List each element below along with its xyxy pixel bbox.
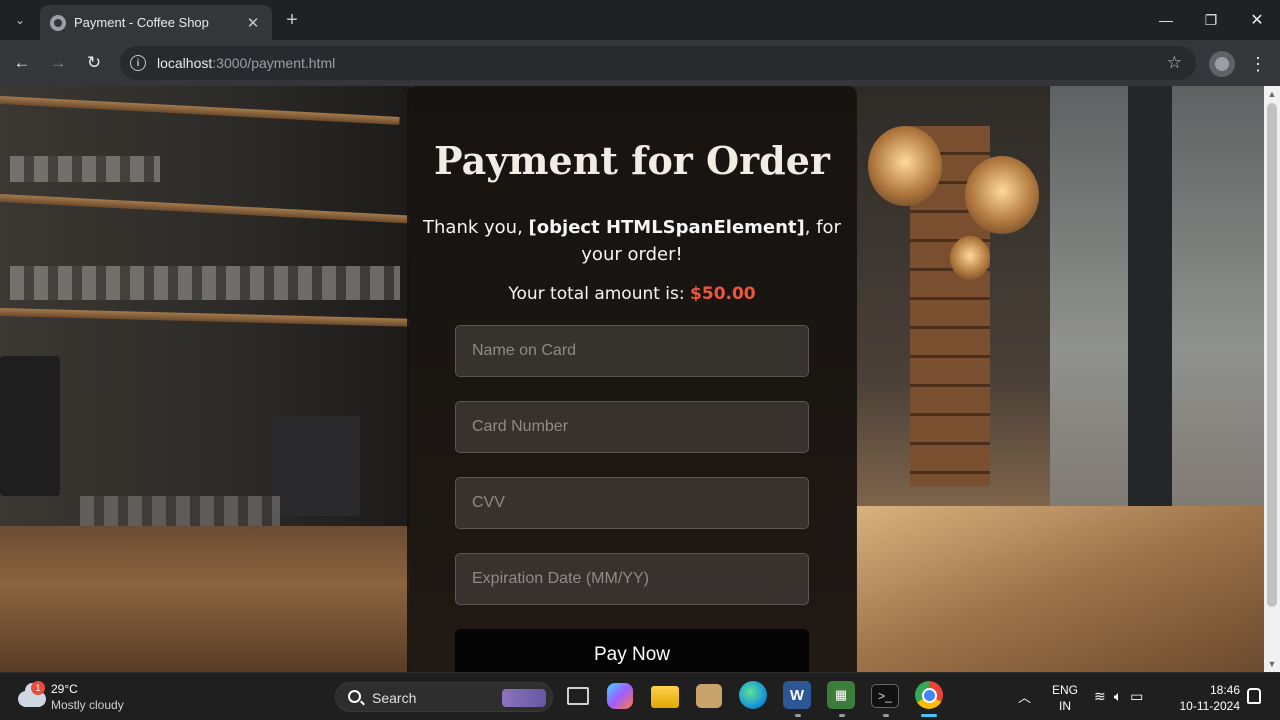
- task-view-icon[interactable]: [563, 681, 593, 711]
- minimize-window-icon[interactable]: —: [1143, 0, 1189, 40]
- pendant-lamp: [868, 126, 942, 206]
- url-text[interactable]: localhost:3000/payment.html: [157, 55, 335, 71]
- tab-search-chevron-icon[interactable]: ⌄: [8, 8, 32, 32]
- terminal-icon[interactable]: >_: [871, 684, 899, 708]
- weather-badge: 1: [31, 681, 45, 695]
- lang-line-2: IN: [1059, 699, 1071, 713]
- running-indicator: [839, 714, 845, 717]
- battery-icon[interactable]: ▭: [1130, 688, 1143, 705]
- tab-strip: ⌄ Payment - Coffee Shop ✕ + — ❐ ✕: [0, 0, 1280, 40]
- lang-line-1: ENG: [1051, 683, 1078, 697]
- page-title: Payment for Order: [434, 138, 830, 183]
- taskbar-search[interactable]: Search: [335, 682, 553, 712]
- word-app-icon[interactable]: W: [783, 681, 811, 709]
- restore-window-icon[interactable]: ❐: [1188, 0, 1234, 40]
- cafe-background-left: [0, 86, 410, 672]
- address-bar[interactable]: i localhost:3000/payment.html ☆: [120, 46, 1196, 80]
- forward-arrow-icon[interactable]: →: [46, 51, 70, 75]
- edge-browser-icon[interactable]: [739, 681, 767, 709]
- new-tab-plus-icon[interactable]: +: [281, 9, 303, 31]
- tab-title: Payment - Coffee Shop: [74, 15, 209, 30]
- package-app-icon[interactable]: [696, 684, 722, 708]
- shelf: [0, 308, 410, 327]
- coffee-grinder: [270, 416, 360, 516]
- app-icon-green[interactable]: ▦: [827, 681, 855, 709]
- globe-icon: [50, 14, 66, 31]
- start-windows-icon[interactable]: [294, 684, 320, 710]
- payment-card: Payment for Order Thank you, [object HTM…: [407, 86, 857, 672]
- taskbar: 1 29°C Mostly cloudy Search W ▦ >_ ︿ ENG…: [0, 672, 1280, 720]
- thanks-prefix: Thank you,: [423, 217, 529, 238]
- system-tray[interactable]: ≋ 🔈︎ ▭: [1094, 688, 1143, 705]
- glasses-row: [10, 156, 160, 182]
- scrollbar-thumb[interactable]: [1267, 103, 1277, 607]
- shelf: [0, 96, 400, 125]
- pay-now-button[interactable]: Pay Now: [455, 629, 809, 672]
- clock[interactable]: 18:46 10-11-2024: [1170, 682, 1241, 714]
- weather-widget[interactable]: 1 29°C Mostly cloudy: [16, 679, 156, 715]
- total-amount: $50.00: [690, 284, 756, 304]
- wifi-icon[interactable]: ≋: [1094, 688, 1106, 705]
- bookmark-star-icon[interactable]: ☆: [1167, 53, 1182, 73]
- site-info-icon[interactable]: i: [130, 55, 146, 71]
- wood-counter-left: [0, 526, 410, 672]
- scroll-up-arrow-icon[interactable]: ▲: [1264, 86, 1280, 102]
- show-hidden-icons-chevron-icon[interactable]: ︿: [1018, 687, 1031, 706]
- file-explorer-icon[interactable]: [651, 686, 679, 708]
- pillar: [1128, 86, 1172, 506]
- copilot-icon[interactable]: [607, 683, 633, 709]
- card-number-input[interactable]: [455, 401, 809, 453]
- wood-counter-right: [856, 506, 1264, 672]
- url-path: :3000/payment.html: [212, 55, 336, 71]
- close-tab-icon[interactable]: ✕: [244, 14, 262, 32]
- notifications-icon[interactable]: [1247, 688, 1261, 704]
- more-menu-icon[interactable]: ⋮: [1249, 52, 1267, 76]
- volume-icon[interactable]: 🔈︎: [1114, 688, 1122, 705]
- thank-you-message: Thank you, [object HTMLSpanElement], for…: [407, 214, 857, 268]
- cups-row: [10, 266, 400, 300]
- total-label: Your total amount is:: [508, 284, 691, 304]
- close-window-icon[interactable]: ✕: [1234, 0, 1280, 40]
- running-indicator: [795, 714, 801, 717]
- profile-avatar[interactable]: [1209, 51, 1235, 77]
- date: 10-11-2024: [1179, 699, 1241, 713]
- page-viewport: Payment for Order Thank you, [object HTM…: [0, 86, 1264, 672]
- search-icon: [348, 690, 361, 703]
- chrome-browser-icon[interactable]: [915, 681, 943, 709]
- temperature: 29°C: [51, 682, 78, 696]
- espresso-machine: [0, 356, 60, 496]
- browser-tab-active[interactable]: Payment - Coffee Shop ✕: [40, 5, 272, 40]
- reload-icon[interactable]: ↻: [82, 51, 106, 75]
- pendant-lamp: [950, 236, 990, 280]
- customer-name: [object HTMLSpanElement]: [528, 217, 805, 238]
- page-scrollbar[interactable]: ▲ ▼: [1264, 86, 1280, 672]
- total-line: Your total amount is: $50.00: [407, 284, 857, 304]
- scroll-down-arrow-icon[interactable]: ▼: [1264, 656, 1280, 672]
- time: 18:46: [1209, 683, 1240, 697]
- url-host: localhost: [157, 55, 213, 71]
- pendant-lamp: [965, 156, 1039, 234]
- cups-counter: [80, 496, 280, 530]
- active-indicator: [921, 714, 937, 717]
- input-language[interactable]: ENG IN: [1050, 682, 1080, 714]
- shelf: [0, 194, 410, 224]
- browser-toolbar: ← → ↻ i localhost:3000/payment.html ☆: [0, 40, 1280, 86]
- back-arrow-icon[interactable]: ←: [10, 51, 34, 75]
- search-highlight-icon: [502, 689, 546, 707]
- expiration-date-input[interactable]: [455, 553, 809, 605]
- name-on-card-input[interactable]: [455, 325, 809, 377]
- weather-condition: Mostly cloudy: [51, 698, 124, 712]
- cvv-input[interactable]: [455, 477, 809, 529]
- running-indicator: [883, 714, 889, 717]
- search-label: Search: [372, 690, 417, 706]
